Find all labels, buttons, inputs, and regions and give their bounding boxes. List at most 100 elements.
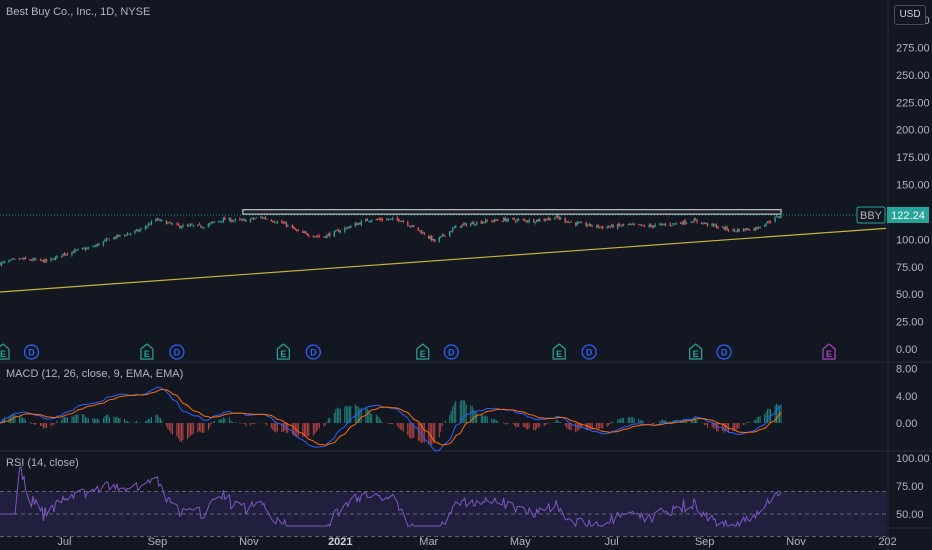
- rsi-tick-label: 50.00: [896, 509, 924, 521]
- candle: [429, 236, 431, 239]
- candle: [528, 219, 530, 223]
- candle: [312, 236, 315, 238]
- candle: [2, 261, 4, 263]
- macd-title[interactable]: MACD (12, 26, close, 9, EMA, EMA): [6, 368, 183, 380]
- candle: [329, 233, 331, 236]
- candle: [597, 224, 599, 228]
- symbol-title[interactable]: Best Buy Co., Inc., 1D, NYSE: [6, 6, 150, 18]
- dividend-marker-label: D: [174, 348, 181, 358]
- candle: [228, 218, 231, 221]
- candle: [555, 215, 557, 218]
- candle: [631, 224, 634, 225]
- candle: [422, 232, 424, 234]
- candle: [314, 236, 316, 238]
- candle: [775, 216, 778, 218]
- candle: [637, 224, 640, 226]
- currency-badge[interactable]: USD: [894, 5, 926, 25]
- candle: [18, 259, 21, 261]
- candle: [317, 236, 319, 237]
- candle: [119, 234, 121, 236]
- candle: [266, 219, 268, 220]
- candle: [570, 221, 572, 223]
- stock-chart[interactable]: 300.00275.00250.00225.00200.00175.00150.…: [0, 0, 932, 550]
- candle: [83, 248, 85, 250]
- candle: [294, 228, 297, 230]
- candle: [651, 225, 653, 228]
- price-tick-label: 200.00: [896, 125, 930, 137]
- time-axis-label: Nov: [786, 536, 806, 548]
- candle: [601, 226, 604, 229]
- candle: [41, 259, 43, 261]
- candle: [491, 220, 493, 222]
- candle: [663, 224, 665, 226]
- candle: [360, 221, 362, 226]
- candle: [213, 221, 216, 223]
- candle: [673, 223, 676, 225]
- symbol-tag-label: BBY: [860, 210, 883, 222]
- candle: [648, 224, 650, 228]
- dividend-marker-label: D: [586, 348, 593, 358]
- time-axis-label: Sep: [695, 536, 715, 548]
- price-tick-label: 175.00: [896, 152, 930, 164]
- candle: [419, 230, 421, 232]
- candle: [62, 253, 64, 256]
- candle: [230, 218, 232, 222]
- candle: [679, 223, 682, 224]
- candle: [714, 225, 716, 227]
- time-axis-label: Nov: [239, 536, 259, 548]
- candle: [495, 219, 497, 221]
- candle: [356, 223, 358, 226]
- candle: [506, 219, 508, 222]
- candle: [242, 219, 244, 221]
- candle: [652, 226, 655, 228]
- candle: [177, 223, 180, 226]
- candle: [252, 218, 255, 220]
- rsi-tick-label: 100.00: [896, 453, 930, 465]
- candle: [270, 219, 273, 222]
- candle: [179, 225, 181, 228]
- candle: [123, 234, 126, 236]
- candle: [483, 221, 485, 223]
- candle: [240, 219, 243, 221]
- candle: [167, 222, 169, 224]
- candle: [354, 223, 356, 226]
- candle: [375, 218, 377, 220]
- candle: [368, 220, 370, 222]
- candle: [74, 249, 76, 253]
- candle: [306, 233, 309, 236]
- candle: [643, 225, 646, 227]
- candle: [639, 224, 641, 226]
- price-tick-label: 225.00: [896, 97, 930, 109]
- candle: [774, 217, 776, 222]
- candle: [661, 223, 664, 225]
- candle: [706, 223, 709, 226]
- candle: [504, 217, 506, 222]
- resistance-rectangle[interactable]: [242, 209, 782, 215]
- candle: [197, 224, 199, 227]
- candle: [717, 227, 719, 229]
- candle: [35, 258, 37, 260]
- candle: [126, 233, 129, 236]
- candle: [408, 226, 410, 227]
- candle: [535, 219, 538, 222]
- candle: [675, 223, 677, 225]
- candle: [239, 218, 241, 220]
- candle: [14, 258, 16, 260]
- price-tick-label: 100.00: [896, 234, 930, 246]
- candle: [56, 255, 58, 258]
- candle: [768, 221, 770, 223]
- candle: [453, 227, 455, 229]
- candle: [233, 220, 235, 222]
- candle: [23, 257, 25, 260]
- candle: [222, 218, 225, 223]
- candle: [53, 259, 55, 260]
- candle: [198, 223, 201, 225]
- candle: [281, 220, 283, 224]
- candle: [21, 258, 24, 260]
- candle: [44, 259, 46, 263]
- candle: [218, 221, 220, 223]
- candle: [449, 231, 451, 237]
- rsi-title[interactable]: RSI (14, close): [6, 457, 79, 469]
- candle: [347, 227, 349, 229]
- support-trendline[interactable]: [0, 227, 887, 293]
